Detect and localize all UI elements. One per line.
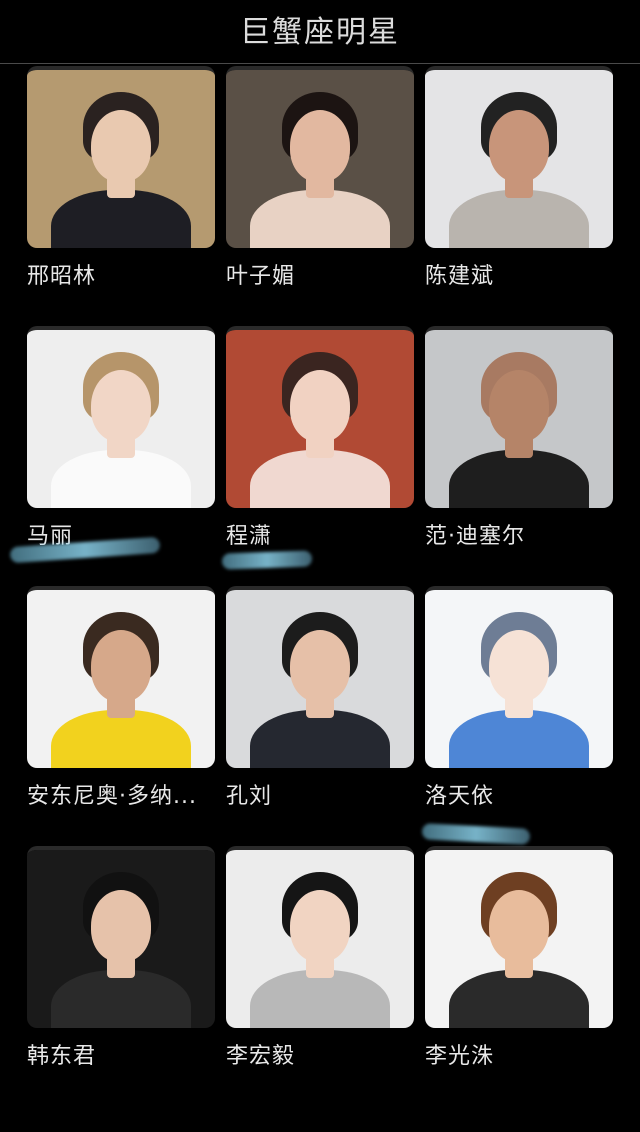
portrait-face — [91, 890, 151, 962]
portrait-face — [290, 630, 350, 702]
star-photo[interactable] — [226, 586, 414, 768]
portrait-body — [51, 970, 191, 1028]
star-photo[interactable] — [425, 66, 613, 248]
portrait-body — [449, 970, 589, 1028]
star-photo[interactable] — [425, 846, 613, 1028]
portrait-face — [489, 630, 549, 702]
portrait-body — [250, 190, 390, 248]
scribble-mark — [421, 823, 531, 845]
portrait-body — [51, 450, 191, 508]
star-name[interactable]: 陈建斌 — [425, 258, 625, 290]
portrait-body — [449, 450, 589, 508]
header: 巨蟹座明星 — [0, 0, 640, 64]
portrait-body — [250, 970, 390, 1028]
star-name[interactable]: 李光洙 — [425, 1038, 625, 1070]
star-photo[interactable] — [27, 66, 215, 248]
portrait-face — [91, 370, 151, 442]
star-name[interactable]: 程潇 — [226, 518, 426, 550]
portrait-face — [290, 370, 350, 442]
star-photo[interactable] — [226, 326, 414, 508]
star-photo[interactable] — [27, 586, 215, 768]
star-grid: 邢昭林 叶子媚 陈建斌 马丽 程潇 范·迪塞尔 安东尼奥·多纳... 孔刘 洛天… — [0, 64, 640, 1132]
star-name[interactable]: 李宏毅 — [226, 1038, 426, 1070]
star-name[interactable]: 孔刘 — [226, 778, 426, 810]
star-photo[interactable] — [425, 326, 613, 508]
star-name[interactable]: 洛天依 — [425, 778, 625, 810]
star-name[interactable]: 韩东君 — [27, 1038, 227, 1070]
star-name[interactable]: 范·迪塞尔 — [425, 518, 625, 550]
portrait-face — [290, 110, 350, 182]
star-name[interactable]: 叶子媚 — [226, 258, 426, 290]
portrait-face — [290, 890, 350, 962]
star-name[interactable]: 安东尼奥·多纳... — [27, 778, 227, 810]
portrait-body — [51, 190, 191, 248]
star-name[interactable]: 邢昭林 — [27, 258, 227, 290]
star-photo[interactable] — [27, 326, 215, 508]
portrait-body — [449, 710, 589, 768]
portrait-face — [489, 110, 549, 182]
page-title: 巨蟹座明星 — [240, 14, 400, 50]
portrait-body — [449, 190, 589, 248]
portrait-body — [51, 710, 191, 768]
scribble-mark — [221, 550, 313, 570]
star-photo[interactable] — [27, 846, 215, 1028]
star-photo[interactable] — [425, 586, 613, 768]
portrait-face — [489, 370, 549, 442]
portrait-body — [250, 450, 390, 508]
portrait-face — [91, 110, 151, 182]
star-photo[interactable] — [226, 846, 414, 1028]
portrait-body — [250, 710, 390, 768]
portrait-face — [489, 890, 549, 962]
star-photo[interactable] — [226, 66, 414, 248]
portrait-face — [91, 630, 151, 702]
